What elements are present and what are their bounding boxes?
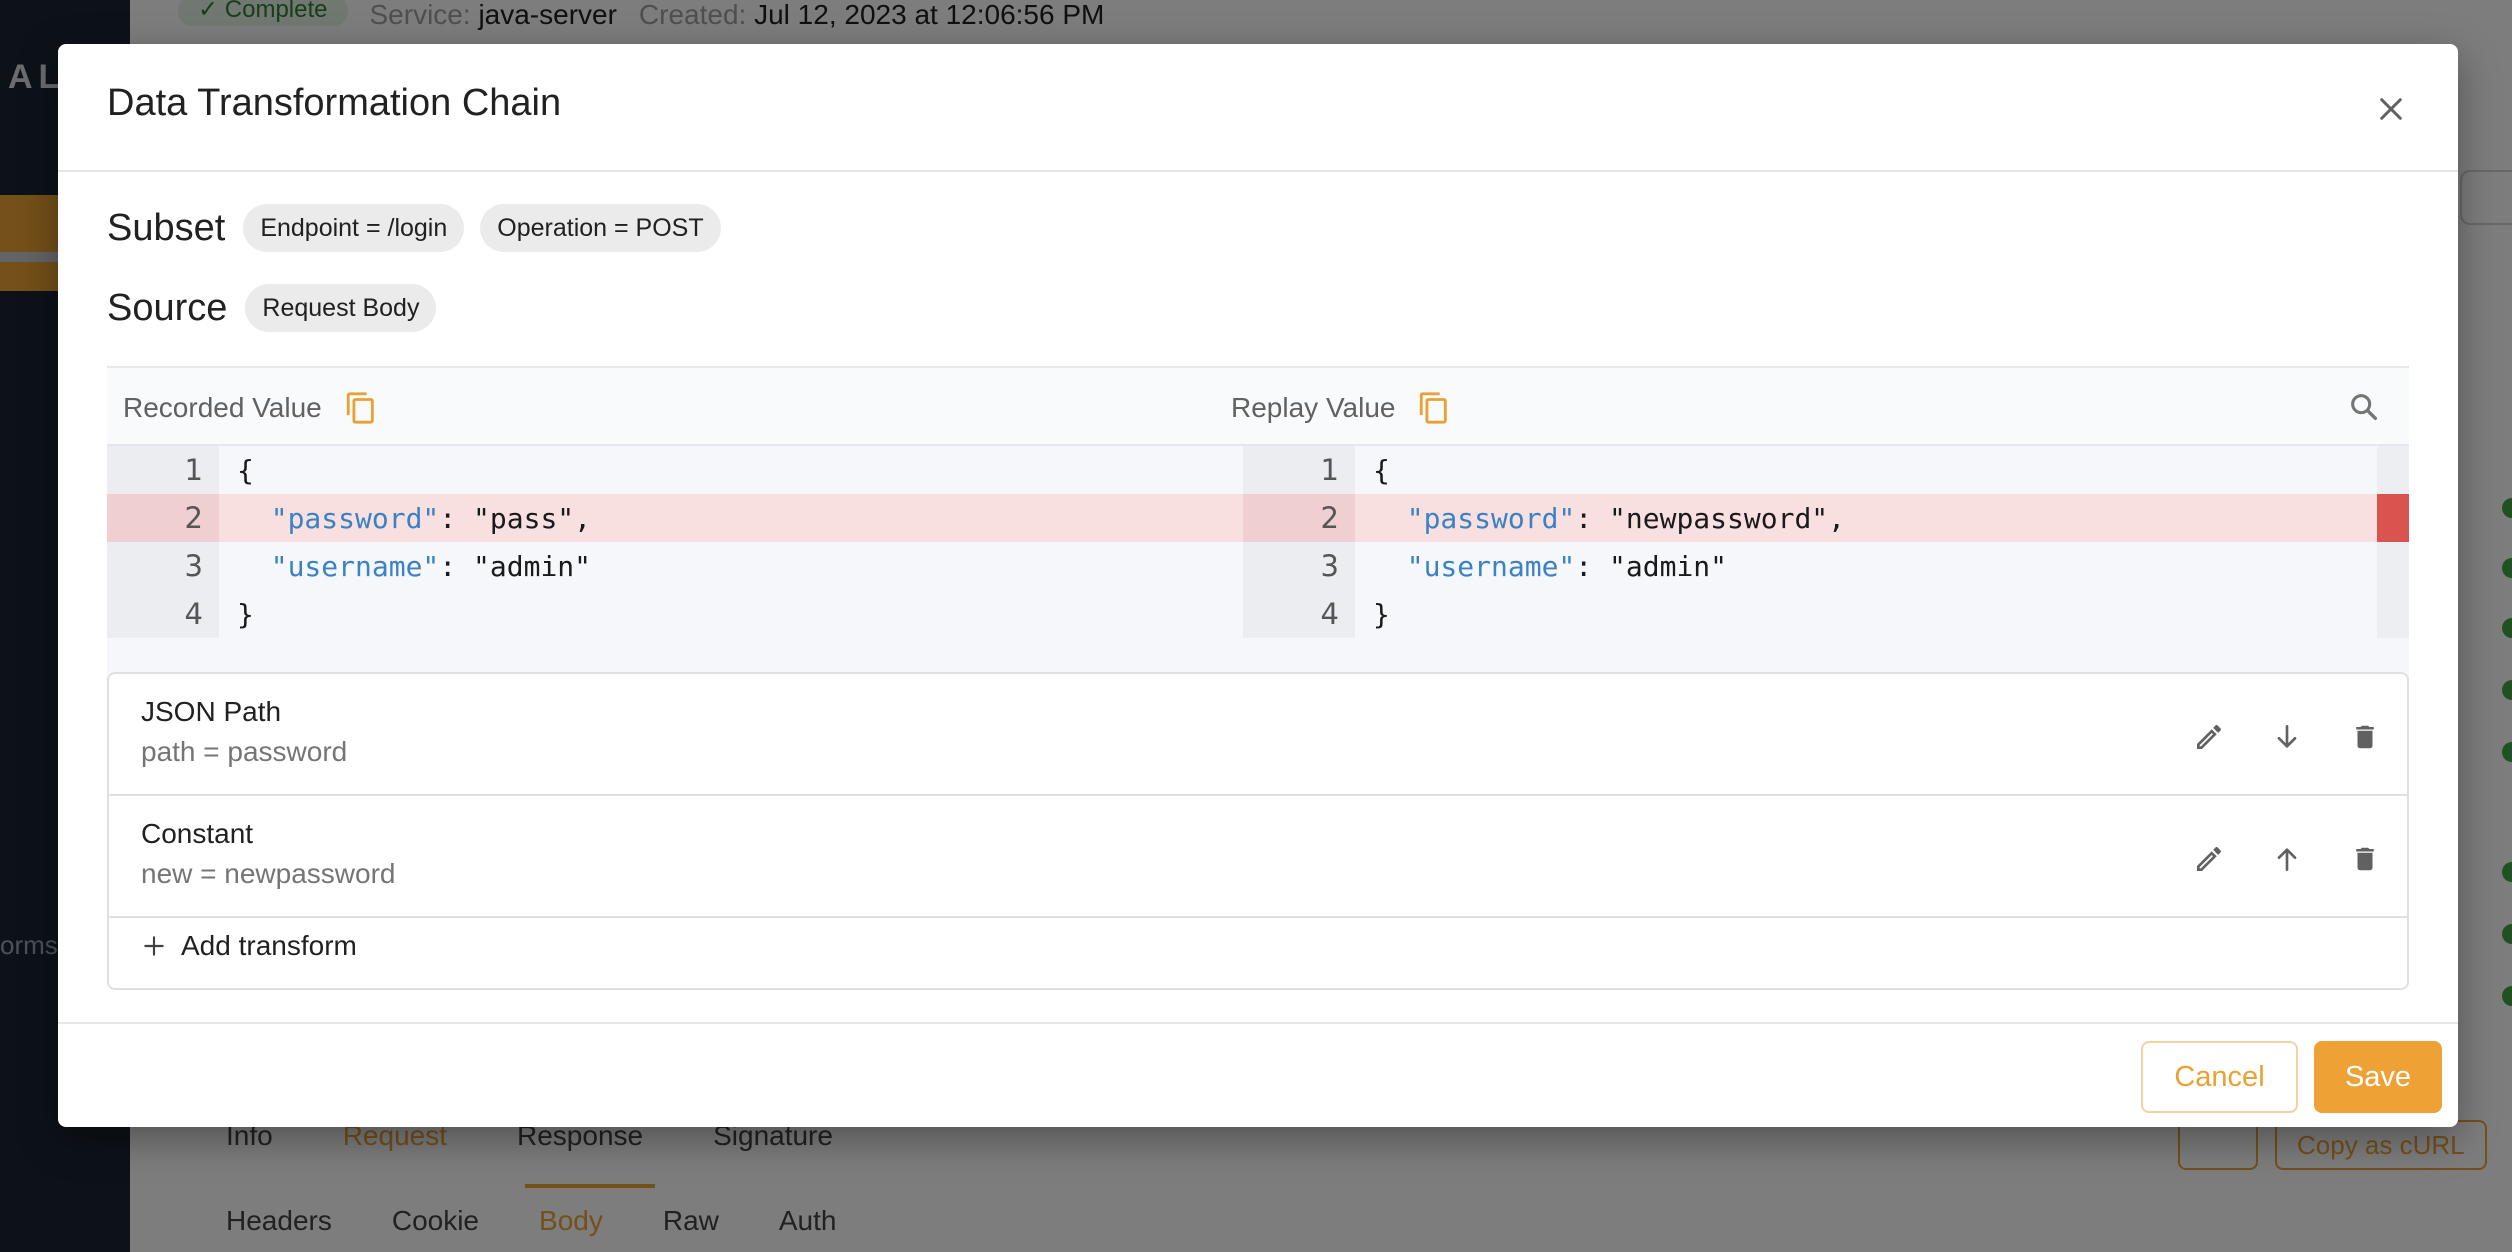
line-number: 3 bbox=[107, 542, 219, 590]
code-line: 4} bbox=[1243, 590, 2377, 638]
code-line: 2 "password": "newpassword", bbox=[1243, 494, 2377, 542]
recorded-header: Recorded Value bbox=[123, 390, 378, 426]
transform-actions bbox=[2184, 712, 2390, 762]
transform-list: JSON Path path = password Constant new =… bbox=[107, 672, 2409, 990]
line-number: 4 bbox=[107, 590, 219, 638]
diff-overview-ruler bbox=[2377, 446, 2409, 638]
diff-viewer: Recorded Value Replay Value 1{2 "passwor… bbox=[107, 366, 2409, 682]
code-text: } bbox=[219, 598, 254, 631]
recorded-label: Recorded Value bbox=[123, 392, 322, 423]
transformation-modal: Data Transformation Chain Subset Endpoin… bbox=[58, 44, 2458, 1127]
code-token: : "newpassword", bbox=[1575, 501, 1846, 535]
code-token: } bbox=[1373, 597, 1390, 631]
subset-row: Subset Endpoint = /login Operation = POS… bbox=[107, 204, 721, 252]
source-label: Source bbox=[107, 286, 228, 329]
code-token: : "admin" bbox=[439, 549, 592, 583]
edit-transform-button[interactable] bbox=[2184, 834, 2234, 884]
code-text: "password": "newpassword", bbox=[1355, 502, 1845, 535]
line-number: 2 bbox=[1243, 494, 1355, 542]
json-key: "username" bbox=[270, 549, 440, 583]
line-number: 2 bbox=[107, 494, 219, 542]
arrow-down-icon bbox=[2277, 725, 2297, 748]
code-line: 1{ bbox=[1243, 446, 2377, 494]
diff-change-marker bbox=[2377, 494, 2409, 542]
modal-header: Data Transformation Chain bbox=[58, 44, 2458, 172]
code-token: { bbox=[1373, 453, 1390, 487]
replay-header: Replay Value bbox=[1231, 390, 1451, 426]
source-chip: Request Body bbox=[245, 284, 437, 332]
copy-recorded-icon[interactable] bbox=[344, 390, 378, 426]
pencil-icon bbox=[2197, 846, 2222, 871]
close-icon bbox=[2380, 98, 2402, 120]
recorded-pane: 1{2 "password": "pass", 3 "username": "ad… bbox=[107, 446, 1243, 638]
code-token: : "admin" bbox=[1575, 549, 1728, 583]
code-line: 3 "username": "admin" bbox=[1243, 542, 2377, 590]
subset-chip-endpoint: Endpoint = /login bbox=[243, 204, 465, 252]
transform-detail: new = newpassword bbox=[141, 858, 396, 889]
modal-title: Data Transformation Chain bbox=[107, 82, 562, 124]
transform-title: JSON Path bbox=[141, 696, 282, 727]
move-up-button[interactable] bbox=[2262, 834, 2312, 884]
code-line: 2 "password": "pass", bbox=[107, 494, 1243, 542]
json-key: "password" bbox=[1406, 501, 1576, 535]
search-icon[interactable] bbox=[2347, 390, 2381, 424]
close-button[interactable] bbox=[2366, 84, 2416, 134]
move-down-button[interactable] bbox=[2262, 712, 2312, 762]
json-key: "username" bbox=[1406, 549, 1576, 583]
delete-transform-button[interactable] bbox=[2340, 712, 2390, 762]
save-button[interactable]: Save bbox=[2314, 1041, 2442, 1113]
modal-footer: Cancel Save bbox=[58, 1022, 2458, 1127]
transform-title: Constant bbox=[141, 818, 254, 849]
cancel-button[interactable]: Cancel bbox=[2141, 1041, 2298, 1113]
add-transform-button[interactable]: Add transform bbox=[141, 930, 357, 962]
code-text: { bbox=[1355, 454, 1390, 487]
arrow-up-icon bbox=[2277, 848, 2297, 871]
delete-transform-button[interactable] bbox=[2340, 834, 2390, 884]
transform-detail: path = password bbox=[141, 736, 348, 767]
transform-item: JSON Path path = password bbox=[109, 674, 2407, 796]
source-row: Source Request Body bbox=[107, 284, 437, 332]
transform-actions bbox=[2184, 834, 2390, 884]
edit-transform-button[interactable] bbox=[2184, 712, 2234, 762]
replay-pane: 1{2 "password": "newpassword", 3 "usernam… bbox=[1243, 446, 2409, 638]
subset-chip-operation: Operation = POST bbox=[480, 204, 721, 252]
replay-label: Replay Value bbox=[1231, 392, 1396, 423]
trash-icon bbox=[2356, 847, 2374, 871]
pencil-icon bbox=[2197, 724, 2222, 749]
line-number: 1 bbox=[1243, 446, 1355, 494]
code-token: } bbox=[237, 597, 254, 631]
copy-replay-icon[interactable] bbox=[1417, 390, 1451, 426]
line-number: 4 bbox=[1243, 590, 1355, 638]
transform-item: Constant new = newpassword bbox=[109, 796, 2407, 918]
code-token: { bbox=[237, 453, 254, 487]
code-text: "password": "pass", bbox=[219, 502, 591, 535]
code-line: 3 "username": "admin" bbox=[107, 542, 1243, 590]
code-line: 1{ bbox=[107, 446, 1243, 494]
subset-label: Subset bbox=[107, 206, 226, 249]
line-number: 3 bbox=[1243, 542, 1355, 590]
add-transform-label: Add transform bbox=[181, 930, 357, 961]
json-key: "password" bbox=[270, 501, 440, 535]
code-text: "username": "admin" bbox=[219, 550, 591, 583]
code-text: "username": "admin" bbox=[1355, 550, 1727, 583]
code-text: } bbox=[1355, 598, 1390, 631]
code-token: : "pass", bbox=[439, 501, 592, 535]
code-line: 4} bbox=[107, 590, 1243, 638]
plus-icon bbox=[144, 936, 164, 956]
trash-icon bbox=[2356, 725, 2374, 749]
subset-chips: Endpoint = /login Operation = POST bbox=[243, 204, 721, 252]
line-number: 1 bbox=[107, 446, 219, 494]
diff-header: Recorded Value Replay Value bbox=[107, 368, 2409, 446]
code-text: { bbox=[219, 454, 254, 487]
